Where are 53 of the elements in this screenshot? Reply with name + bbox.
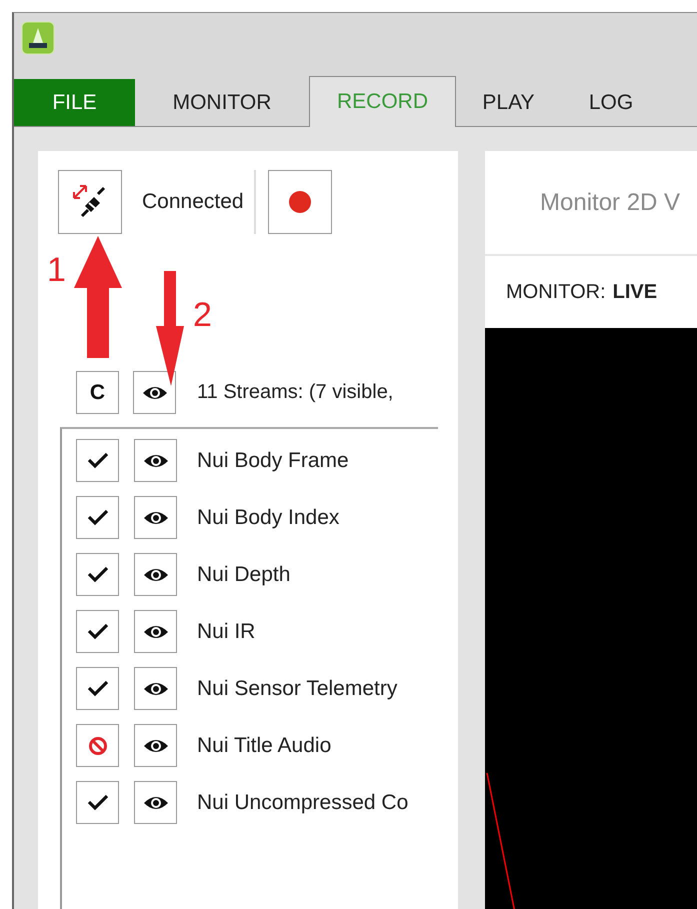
- blocked-icon: [88, 736, 108, 756]
- eye-icon: [142, 452, 168, 468]
- record-button[interactable]: [268, 170, 332, 234]
- stream-name: Nui Body Frame: [197, 448, 349, 472]
- record-toggle[interactable]: [76, 553, 119, 596]
- tab[interactable]: MONITOR: [135, 79, 309, 126]
- record-toggle[interactable]: [76, 781, 119, 824]
- connect-button[interactable]: [58, 170, 122, 234]
- tab[interactable]: PLAY: [456, 79, 561, 126]
- record-toggle[interactable]: [76, 724, 119, 767]
- record-icon: [288, 190, 312, 214]
- annotation-number: 2: [193, 296, 212, 335]
- clear-button[interactable]: C: [76, 371, 119, 414]
- file-menu-button[interactable]: FILE: [14, 79, 135, 126]
- visibility-toggle[interactable]: [134, 724, 177, 767]
- check-icon: [86, 680, 108, 697]
- app-logo-icon: [21, 21, 55, 55]
- check-icon: [86, 509, 108, 526]
- eye-icon: [142, 510, 168, 526]
- visibility-toggle[interactable]: [134, 553, 177, 596]
- visibility-toggle[interactable]: [134, 439, 177, 482]
- record-toggle[interactable]: [76, 610, 119, 653]
- monitor-mode-value: LIVE: [612, 280, 658, 304]
- eye-icon: [142, 794, 168, 810]
- visibility-toggle[interactable]: [134, 667, 177, 710]
- visibility-toggle[interactable]: [134, 781, 177, 824]
- stream-name: Nui Title Audio: [197, 734, 332, 758]
- check-icon: [86, 566, 108, 583]
- visibility-toggle[interactable]: [134, 496, 177, 539]
- connection-status: Connected: [142, 190, 244, 214]
- stream-name: Nui Sensor Telemetry: [197, 676, 398, 700]
- stream-name: Nui Body Index: [197, 506, 340, 530]
- monitor-mode-label: MONITOR:: [506, 280, 606, 304]
- eye-icon: [142, 384, 168, 400]
- annotation-number: 1: [47, 251, 66, 290]
- panel-title: Monitor 2D V: [540, 188, 680, 216]
- record-toggle[interactable]: [76, 667, 119, 710]
- stream-name: Nui IR: [197, 620, 256, 644]
- eye-icon: [142, 566, 168, 582]
- visibility-toggle-button[interactable]: [133, 371, 176, 414]
- record-toggle[interactable]: [76, 496, 119, 539]
- streams-summary: 11 Streams: (7 visible,: [197, 381, 394, 404]
- check-icon: [86, 623, 108, 640]
- stream-name: Nui Uncompressed Co: [197, 790, 408, 814]
- check-icon: [86, 452, 108, 469]
- tab[interactable]: LOG: [561, 79, 661, 126]
- stream-name: Nui Depth: [197, 562, 290, 586]
- check-icon: [86, 794, 108, 811]
- eye-icon: [142, 624, 168, 640]
- record-toggle[interactable]: [76, 439, 119, 482]
- eye-icon: [142, 738, 168, 754]
- eye-icon: [142, 680, 168, 696]
- visibility-toggle[interactable]: [134, 610, 177, 653]
